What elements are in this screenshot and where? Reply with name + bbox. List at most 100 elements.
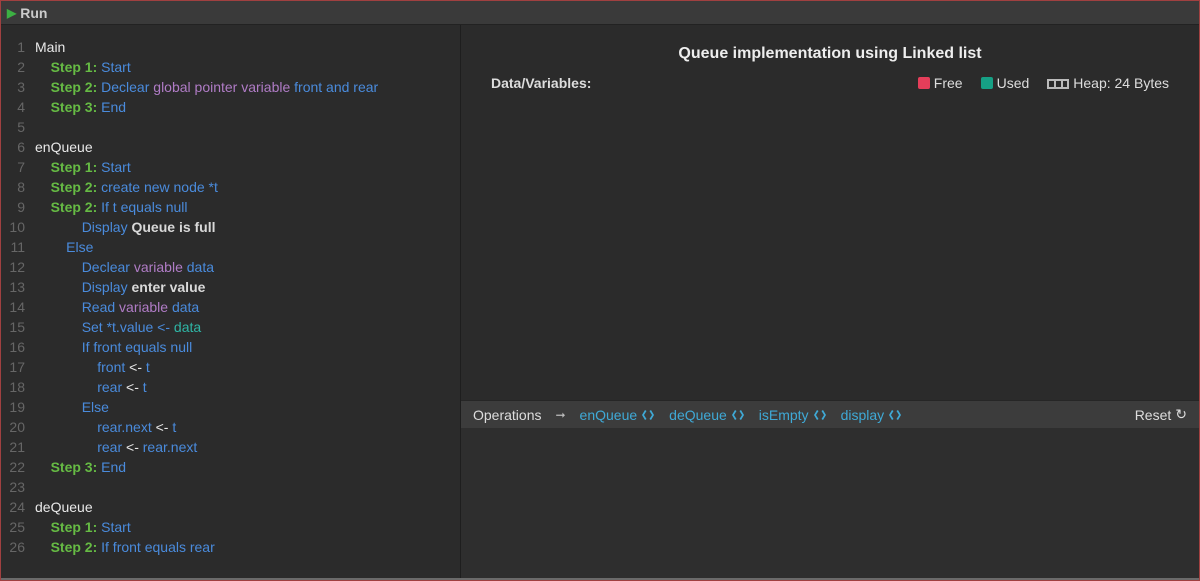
line-number: 8 (1, 177, 35, 197)
app-frame: ▶ Run 1Main2 Step 1: Start3 Step 2: Decl… (0, 0, 1200, 581)
run-icon[interactable]: ▶ (7, 6, 16, 20)
code-line[interactable]: 19 Else (1, 397, 460, 417)
code-line[interactable]: 22 Step 3: End (1, 457, 460, 477)
code-text: Display Queue is full (35, 217, 460, 237)
code-line[interactable]: 5 (1, 117, 460, 137)
code-icon (888, 409, 902, 421)
code-text: Step 2: If front equals rear (35, 537, 460, 557)
datavars-bar: Data/Variables: Free Used Heap: 24 Bytes (461, 73, 1199, 101)
toolbar: ▶ Run (1, 1, 1199, 25)
line-number: 18 (1, 377, 35, 397)
code-line[interactable]: 18 rear <- t (1, 377, 460, 397)
code-text: Else (35, 397, 460, 417)
code-text: Declear variable data (35, 257, 460, 277)
operations-bar: Operations ➞ enQueue deQueue isEmpty dis… (461, 400, 1199, 428)
code-line[interactable]: 7 Step 1: Start (1, 157, 460, 177)
line-number: 4 (1, 97, 35, 117)
memory-icon (1047, 79, 1069, 89)
code-line[interactable]: 15 Set *t.value <- data (1, 317, 460, 337)
line-number: 3 (1, 77, 35, 97)
code-line[interactable]: 12 Declear variable data (1, 257, 460, 277)
operation-dequeue[interactable]: deQueue (669, 407, 745, 423)
operation-enqueue[interactable]: enQueue (580, 407, 656, 423)
code-text: enQueue (35, 137, 460, 157)
code-line[interactable]: 25 Step 1: Start (1, 517, 460, 537)
code-line[interactable]: 26 Step 2: If front equals rear (1, 537, 460, 557)
run-button[interactable]: Run (20, 5, 47, 21)
line-number: 17 (1, 357, 35, 377)
line-number: 16 (1, 337, 35, 357)
code-text: Step 2: If t equals null (35, 197, 460, 217)
line-number: 15 (1, 317, 35, 337)
refresh-icon: ↻ (1175, 406, 1187, 423)
reset-button[interactable]: Reset ↻ (1135, 406, 1187, 423)
line-number: 23 (1, 477, 35, 497)
line-number: 7 (1, 157, 35, 177)
operation-label: isEmpty (759, 407, 809, 423)
operation-isempty[interactable]: isEmpty (759, 407, 827, 423)
line-number: 6 (1, 137, 35, 157)
code-text: Step 1: Start (35, 517, 460, 537)
code-icon (813, 409, 827, 421)
code-line[interactable]: 21 rear <- rear.next (1, 437, 460, 457)
code-text (35, 477, 460, 497)
line-number: 2 (1, 57, 35, 77)
code-line[interactable]: 9 Step 2: If t equals null (1, 197, 460, 217)
line-number: 22 (1, 457, 35, 477)
code-text: rear.next <- t (35, 417, 460, 437)
code-text (35, 117, 460, 137)
code-text: rear <- rear.next (35, 437, 460, 457)
code-line[interactable]: 23 (1, 477, 460, 497)
code-icon (641, 409, 655, 421)
code-line[interactable]: 11 Else (1, 237, 460, 257)
code-text: deQueue (35, 497, 460, 517)
code-text: Main (35, 37, 460, 57)
code-text: Step 3: End (35, 97, 460, 117)
code-line[interactable]: 6enQueue (1, 137, 460, 157)
line-number: 10 (1, 217, 35, 237)
visualizer-title: Queue implementation using Linked list (461, 25, 1199, 73)
line-number: 1 (1, 37, 35, 57)
code-line[interactable]: 20 rear.next <- t (1, 417, 460, 437)
arrow-icon: ➞ (555, 408, 565, 422)
visualizer-pane: Queue implementation using Linked list D… (461, 25, 1199, 578)
code-line[interactable]: 16 If front equals null (1, 337, 460, 357)
operation-display[interactable]: display (841, 407, 903, 423)
line-number: 26 (1, 537, 35, 557)
code-line[interactable]: 1Main (1, 37, 460, 57)
code-line[interactable]: 24deQueue (1, 497, 460, 517)
heap-info: Heap: 24 Bytes (1047, 75, 1169, 91)
line-number: 19 (1, 397, 35, 417)
operations-label: Operations (473, 407, 541, 423)
code-text: If front equals null (35, 337, 460, 357)
output-area (461, 428, 1199, 578)
main-area: 1Main2 Step 1: Start3 Step 2: Declear gl… (1, 25, 1199, 578)
code-line[interactable]: 2 Step 1: Start (1, 57, 460, 77)
code-line[interactable]: 10 Display Queue is full (1, 217, 460, 237)
line-number: 5 (1, 117, 35, 137)
datavars-label: Data/Variables: (491, 75, 591, 91)
code-text: Set *t.value <- data (35, 317, 460, 337)
legend-used: Used (981, 75, 1030, 91)
code-text: Display enter value (35, 277, 460, 297)
code-text: Step 1: Start (35, 57, 460, 77)
code-text: Step 3: End (35, 457, 460, 477)
line-number: 9 (1, 197, 35, 217)
code-line[interactable]: 4 Step 3: End (1, 97, 460, 117)
operation-label: enQueue (580, 407, 638, 423)
code-line[interactable]: 3 Step 2: Declear global pointer variabl… (1, 77, 460, 97)
code-text: Step 2: Declear global pointer variable … (35, 77, 460, 97)
code-line[interactable]: 13 Display enter value (1, 277, 460, 297)
line-number: 13 (1, 277, 35, 297)
code-editor[interactable]: 1Main2 Step 1: Start3 Step 2: Declear gl… (1, 25, 461, 578)
code-line[interactable]: 17 front <- t (1, 357, 460, 377)
code-text: Step 1: Start (35, 157, 460, 177)
code-line[interactable]: 8 Step 2: create new node *t (1, 177, 460, 197)
line-number: 24 (1, 497, 35, 517)
legend-free: Free (918, 75, 963, 91)
free-swatch-icon (918, 77, 930, 89)
code-line[interactable]: 14 Read variable data (1, 297, 460, 317)
operation-label: deQueue (669, 407, 727, 423)
bottom-divider (1, 578, 1199, 580)
line-number: 11 (1, 237, 35, 257)
